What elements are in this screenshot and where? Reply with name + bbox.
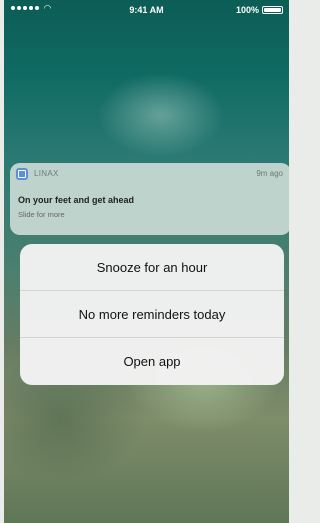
notification-actions: Snooze for an hour No more reminders tod… xyxy=(20,244,284,385)
open-app-button[interactable]: Open app xyxy=(20,338,284,385)
lock-screen: ◠ 9:41 AM 100% LINAX 9m ago On your feet… xyxy=(4,0,289,523)
status-bar: ◠ 9:41 AM 100% xyxy=(4,0,289,20)
battery-percent: 100% xyxy=(235,5,259,15)
notification-app-name: LINAX xyxy=(34,169,59,178)
snooze-button[interactable]: Snooze for an hour xyxy=(20,244,284,291)
no-more-reminders-button[interactable]: No more reminders today xyxy=(20,291,284,338)
notification-header: LINAX 9m ago xyxy=(10,163,289,185)
notification-title: On your feet and get ahead xyxy=(18,195,135,205)
app-icon xyxy=(16,168,28,180)
notification-time: 9m ago xyxy=(256,169,283,178)
notification-subtitle: Slide for more xyxy=(18,210,65,219)
battery-icon xyxy=(262,6,283,14)
notification-card[interactable]: LINAX 9m ago On your feet and get ahead … xyxy=(10,163,289,235)
